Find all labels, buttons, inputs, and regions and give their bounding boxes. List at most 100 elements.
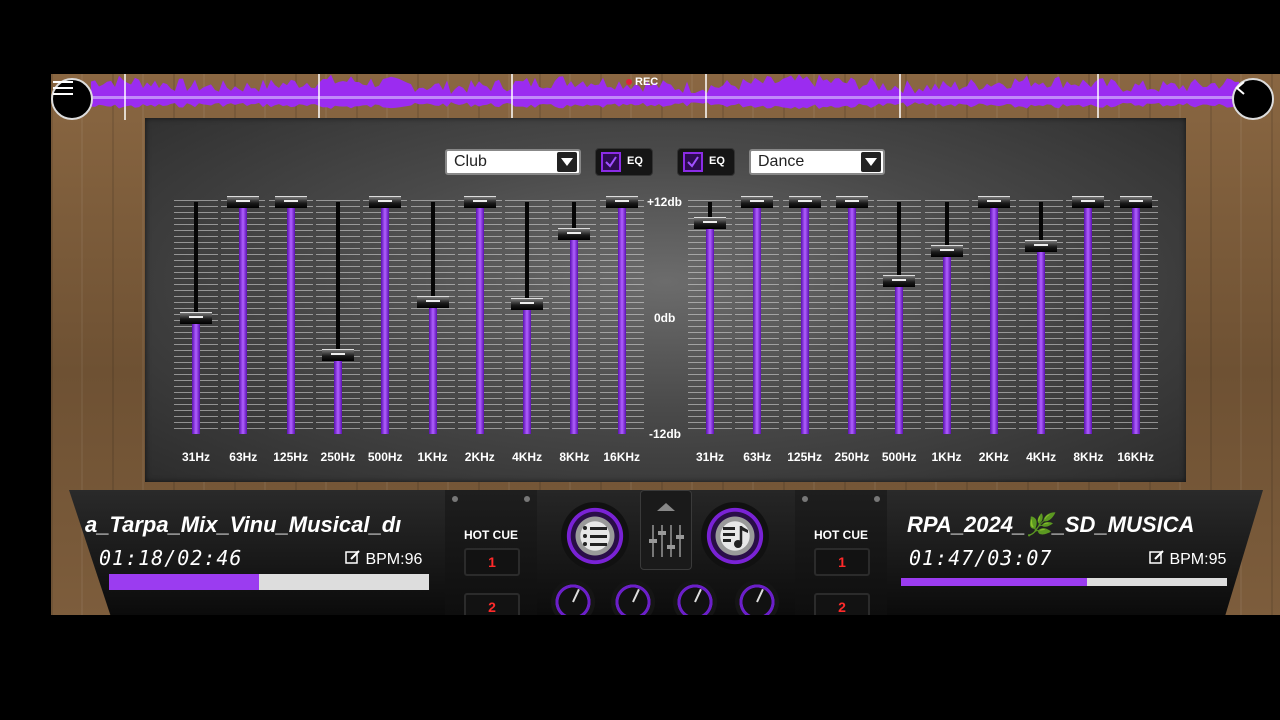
- right-track-waveform[interactable]: [901, 578, 1227, 586]
- playlist-button[interactable]: [561, 502, 629, 570]
- left-slider-knob-2khz[interactable]: [463, 196, 496, 208]
- left-slider-knob-31hz[interactable]: [180, 312, 212, 324]
- checkbox-icon: [683, 152, 703, 172]
- right-band-63hz[interactable]: [735, 192, 780, 452]
- overview-waveform[interactable]: [51, 74, 1280, 120]
- left-slider-knob-8khz[interactable]: [558, 228, 591, 241]
- left-band-63hz[interactable]: [221, 192, 266, 452]
- right-slider-knob-2khz[interactable]: [977, 196, 1010, 208]
- equalizer-panel: Club EQ EQ Dance +12db 0db -12db 31Hz 63H…: [145, 118, 1186, 482]
- rec-indicator[interactable]: REC: [626, 76, 658, 88]
- slider-fill: [617, 202, 626, 434]
- rec-dot-icon: [626, 79, 632, 86]
- right-band-16khz[interactable]: [1113, 192, 1158, 452]
- right-slider-knob-31hz[interactable]: [694, 216, 726, 229]
- right-band-4khz[interactable]: [1019, 192, 1064, 452]
- right-slider-knob-63hz[interactable]: [741, 196, 774, 208]
- screw-icon: [874, 496, 880, 502]
- slider-fill: [381, 202, 390, 434]
- right-band-31hz[interactable]: [688, 192, 732, 452]
- left-slider-knob-16khz[interactable]: [605, 196, 638, 208]
- edit-icon: [345, 550, 360, 564]
- top-waveform-bar[interactable]: REC: [51, 74, 1280, 120]
- slider-fill: [570, 234, 579, 434]
- music-library-button[interactable]: [701, 502, 769, 570]
- right-band-500hz[interactable]: [877, 192, 922, 452]
- right-gain-knob[interactable]: [735, 580, 779, 615]
- left-band-31hz[interactable]: [174, 192, 218, 452]
- left-band-250hz[interactable]: [315, 192, 360, 452]
- left-freq-label: 16KHz: [603, 450, 641, 464]
- left-eq-toggle[interactable]: EQ: [595, 148, 653, 176]
- slider-fill: [1037, 246, 1046, 434]
- center-mixer-panel: [537, 490, 795, 615]
- right-band-125hz[interactable]: [782, 192, 827, 452]
- right-track-time: 01:47/03:07: [909, 546, 1053, 570]
- music-list-icon: [723, 526, 748, 548]
- hamburger-icon: [53, 81, 73, 95]
- left-slider-knob-250hz[interactable]: [321, 349, 354, 362]
- right-bpm-button[interactable]: BPM:95: [1149, 550, 1226, 569]
- left-gain-knob[interactable]: [551, 580, 595, 615]
- right-hot-cue-1-button[interactable]: 1: [814, 548, 870, 576]
- left-filter-knob[interactable]: [611, 580, 655, 615]
- right-track-name: RPA_2024_🌿_SD_MUSICA: [907, 512, 1195, 537]
- right-hot-cue-title: HOT CUE: [814, 528, 868, 542]
- right-slider-knob-8khz[interactable]: [1072, 196, 1105, 208]
- left-bpm-value: BPM:96: [365, 551, 423, 568]
- slider-fill: [942, 250, 951, 434]
- left-band-1khz[interactable]: [410, 192, 455, 452]
- left-hot-cue-panel: HOT CUE 1 2: [445, 490, 537, 615]
- right-eq-toggle[interactable]: EQ: [677, 148, 735, 176]
- right-hot-cue-panel: HOT CUE 1 2: [795, 490, 887, 615]
- right-slider-knob-1khz[interactable]: [930, 244, 963, 257]
- playlist-icon: [583, 526, 607, 546]
- right-deck-display: RPA_2024_🌿_SD_MUSICA 01:47/03:07 BPM:95: [887, 490, 1263, 615]
- left-slider-knob-1khz[interactable]: [416, 295, 449, 308]
- left-hot-cue-2-button[interactable]: 2: [464, 593, 520, 615]
- right-slider-knob-4khz[interactable]: [1025, 240, 1058, 253]
- left-slider-knob-4khz[interactable]: [511, 298, 544, 311]
- right-hot-cue-2-button[interactable]: 2: [814, 593, 870, 615]
- edit-icon: [1149, 550, 1164, 564]
- left-bpm-button[interactable]: BPM:96: [345, 550, 422, 569]
- left-preset-dropdown[interactable]: Club: [445, 149, 581, 175]
- right-slider-knob-500hz[interactable]: [883, 274, 916, 287]
- left-band-8khz[interactable]: [552, 192, 597, 452]
- menu-button[interactable]: [51, 78, 93, 120]
- chevron-down-icon: [861, 152, 881, 172]
- right-band-250hz[interactable]: [829, 192, 874, 452]
- left-band-500hz[interactable]: [363, 192, 408, 452]
- left-track-name: a_Tarpa_Mix_Vinu_Musical_dı: [85, 512, 402, 537]
- left-eq-label: EQ: [627, 155, 643, 167]
- left-deck-display: a_Tarpa_Mix_Vinu_Musical_dı 01:18/02:46 …: [69, 490, 445, 615]
- left-band-16khz[interactable]: [599, 192, 644, 452]
- left-slider-knob-500hz[interactable]: [369, 196, 402, 208]
- left-track-waveform[interactable]: [109, 574, 429, 590]
- left-slider-knob-63hz[interactable]: [227, 196, 260, 208]
- left-band-125hz[interactable]: [268, 192, 313, 452]
- right-band-8khz[interactable]: [1066, 192, 1111, 452]
- left-slider-knob-125hz[interactable]: [274, 196, 307, 208]
- screw-icon: [524, 496, 530, 502]
- slider-fill: [523, 304, 532, 434]
- right-slider-knob-125hz[interactable]: [788, 196, 821, 208]
- left-band-4khz[interactable]: [505, 192, 550, 452]
- left-hot-cue-title: HOT CUE: [464, 528, 518, 542]
- right-band-2khz[interactable]: [971, 192, 1016, 452]
- right-preset-dropdown[interactable]: Dance: [749, 149, 885, 175]
- slider-fill: [895, 280, 904, 434]
- right-slider-knob-16khz[interactable]: [1119, 196, 1152, 208]
- slider-fill: [989, 202, 998, 434]
- right-freq-label: 16KHz: [1117, 450, 1155, 464]
- slider-fill: [286, 202, 295, 434]
- slider-fill: [1131, 202, 1140, 434]
- right-band-1khz[interactable]: [924, 192, 969, 452]
- back-button[interactable]: [1232, 78, 1274, 120]
- mixer-toggle-button[interactable]: [640, 490, 692, 570]
- right-filter-knob[interactable]: [673, 580, 717, 615]
- left-band-2khz[interactable]: [457, 192, 502, 452]
- left-hot-cue-1-button[interactable]: 1: [464, 548, 520, 576]
- db-top-label: +12db: [647, 195, 683, 209]
- right-slider-knob-250hz[interactable]: [835, 196, 868, 208]
